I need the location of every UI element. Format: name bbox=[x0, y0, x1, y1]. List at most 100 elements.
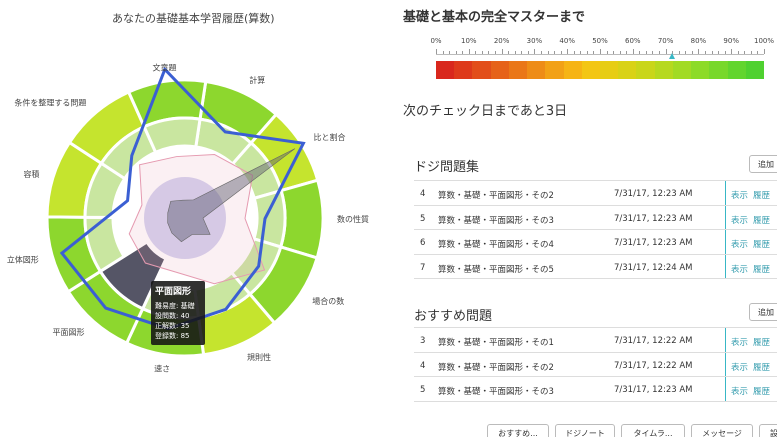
table-row: 3 算数・基礎・平面図形・その1 7/31/17, 12:22 AM 表示 履歴 bbox=[414, 328, 777, 353]
history-link[interactable]: 履歴 bbox=[753, 189, 770, 201]
scale-tick bbox=[580, 51, 582, 54]
problem-name: 算数・基礎・平面図形・その2 bbox=[438, 362, 554, 373]
scale-label: 0% bbox=[430, 37, 442, 45]
scale-tick bbox=[462, 51, 464, 54]
problem-name: 算数・基礎・平面図形・その2 bbox=[438, 191, 554, 201]
show-link[interactable]: 表示 bbox=[731, 336, 748, 348]
scale-tick bbox=[540, 51, 542, 54]
radar-outer-segment bbox=[278, 178, 325, 260]
history-link[interactable]: 履歴 bbox=[753, 385, 770, 397]
radar-axis-label: 場合の数 bbox=[312, 296, 344, 306]
history-link[interactable]: 履歴 bbox=[753, 336, 770, 348]
table-row: 7 算数・基礎・平面図形・その5 7/31/17, 12:24 AM 表示 履歴 bbox=[414, 254, 777, 279]
progress-marker bbox=[669, 53, 676, 59]
history-link[interactable]: 履歴 bbox=[753, 263, 770, 275]
gradient-segment bbox=[454, 61, 473, 79]
table-row: 5 算数・基礎・平面図形・その3 7/31/17, 12:23 AM 表示 履歴 bbox=[414, 205, 777, 230]
row-divider bbox=[725, 377, 726, 401]
row-number: 4 bbox=[420, 360, 426, 371]
radar-chart[interactable]: 計算比と割合数の性質場合の数規則性速さ 平面図形 立体図形 容積 条件を整理する問題 文章… bbox=[0, 28, 400, 437]
chart-tooltip: 平面図形 難易度: 基礎 設問数: 40 正解数: 35 登録数: 85 bbox=[151, 281, 205, 345]
scale-tick bbox=[593, 51, 595, 54]
scale-tick bbox=[731, 49, 733, 54]
recommended-add-button[interactable]: 追加 bbox=[749, 303, 777, 321]
table-row: 5 算数・基礎・平面図形・その3 7/31/17, 12:23 AM 表示 履歴 bbox=[414, 377, 777, 402]
scale-tick bbox=[567, 49, 569, 54]
history-link[interactable]: 履歴 bbox=[753, 238, 770, 250]
scale-tick bbox=[554, 51, 556, 54]
scale-tick bbox=[573, 51, 575, 54]
scale-label: 40% bbox=[559, 37, 575, 45]
doji-add-button[interactable]: 追加 bbox=[749, 155, 777, 173]
gradient-segment bbox=[490, 61, 509, 79]
recommended-section-title: おすすめ問題 bbox=[414, 309, 493, 324]
show-link[interactable]: 表示 bbox=[731, 385, 748, 397]
gradient-segment bbox=[599, 61, 619, 79]
gradient-segment bbox=[745, 61, 764, 79]
scale-tick bbox=[442, 51, 444, 54]
row-divider bbox=[725, 328, 726, 352]
radar-axis-label: 立体図形 bbox=[7, 255, 39, 265]
tooltip-correct: 正解数: 35 bbox=[155, 322, 190, 330]
history-link[interactable]: 履歴 bbox=[753, 214, 770, 226]
show-link[interactable]: 表示 bbox=[731, 263, 748, 275]
radar-axis-label: 文章題 bbox=[153, 62, 177, 72]
radar-axis-label: 数の性質 bbox=[337, 214, 369, 224]
recommended-table: 3 算数・基礎・平面図形・その1 7/31/17, 12:22 AM 表示 履歴 4 算数・… bbox=[414, 327, 777, 402]
problem-date: 7/31/17, 12:23 AM bbox=[614, 189, 693, 199]
row-number: 4 bbox=[420, 189, 426, 199]
gradient-segment bbox=[618, 61, 637, 79]
gradient-segment bbox=[472, 61, 491, 79]
scale-tick bbox=[652, 51, 654, 54]
tooltip-difficulty: 難易度: 基礎 bbox=[155, 302, 195, 310]
scale-tick bbox=[619, 51, 621, 54]
row-divider bbox=[725, 181, 726, 205]
gradient-segment bbox=[709, 61, 728, 79]
show-link[interactable]: 表示 bbox=[731, 214, 748, 226]
problem-name: 算数・基礎・平面図形・その3 bbox=[438, 387, 554, 397]
show-link[interactable]: 表示 bbox=[731, 238, 748, 250]
scale-tick bbox=[436, 49, 437, 54]
settings-button[interactable]: 設 bbox=[759, 424, 777, 437]
gradient-segment bbox=[563, 61, 582, 79]
message-button[interactable]: メッセージ bbox=[691, 424, 753, 437]
radar-axis-label: 速さ bbox=[154, 364, 170, 373]
radar-inner-segment bbox=[252, 188, 287, 249]
scale-tick bbox=[750, 51, 752, 54]
scale-tick bbox=[685, 51, 687, 54]
gradient-segment bbox=[581, 61, 600, 79]
doji-note-button[interactable]: ドジノート bbox=[555, 424, 615, 437]
gradient-segment bbox=[436, 61, 455, 79]
doji-section-title: ドジ問題集 bbox=[414, 160, 480, 175]
timeline-button[interactable]: タイムラ... bbox=[621, 424, 685, 437]
scale-tick bbox=[678, 51, 680, 54]
scale-label: 60% bbox=[625, 37, 641, 45]
row-number: 7 bbox=[420, 262, 426, 273]
mastery-title: 基礎と基本の完全マスターまで bbox=[403, 10, 586, 25]
problem-date: 7/31/17, 12:24 AM bbox=[614, 262, 693, 273]
scale-tick bbox=[632, 49, 634, 54]
recommended-button[interactable]: おすすめ... bbox=[487, 424, 549, 437]
gradient-segment bbox=[672, 61, 692, 79]
show-link[interactable]: 表示 bbox=[731, 189, 748, 201]
history-link[interactable]: 履歴 bbox=[753, 361, 770, 373]
row-number: 3 bbox=[420, 336, 426, 346]
gradient-segment bbox=[727, 61, 746, 79]
scale-label: 100% bbox=[753, 37, 775, 45]
scale-label: 70% bbox=[657, 37, 674, 45]
tooltip-title: 平面図形 bbox=[155, 287, 192, 297]
scale-tick bbox=[704, 51, 706, 54]
scale-tick bbox=[468, 49, 470, 54]
problem-date: 7/31/17, 12:22 AM bbox=[614, 336, 693, 346]
scale-tick bbox=[586, 51, 588, 54]
scale-tick bbox=[560, 51, 562, 54]
radar-axis-label: 比と割合 bbox=[314, 132, 346, 142]
gradient-segment bbox=[508, 61, 528, 79]
scale-tick bbox=[764, 49, 765, 54]
radar-title: あなたの基礎基本学習履歴(算数) bbox=[112, 12, 275, 25]
scale-tick bbox=[488, 51, 490, 54]
table-row: 4 算数・基礎・平面図形・その2 7/31/17, 12:22 AM 表示 履歴 bbox=[414, 352, 777, 377]
scale-tick bbox=[547, 51, 549, 54]
radar-axis-label: 容積 bbox=[24, 169, 40, 179]
show-link[interactable]: 表示 bbox=[731, 361, 748, 373]
